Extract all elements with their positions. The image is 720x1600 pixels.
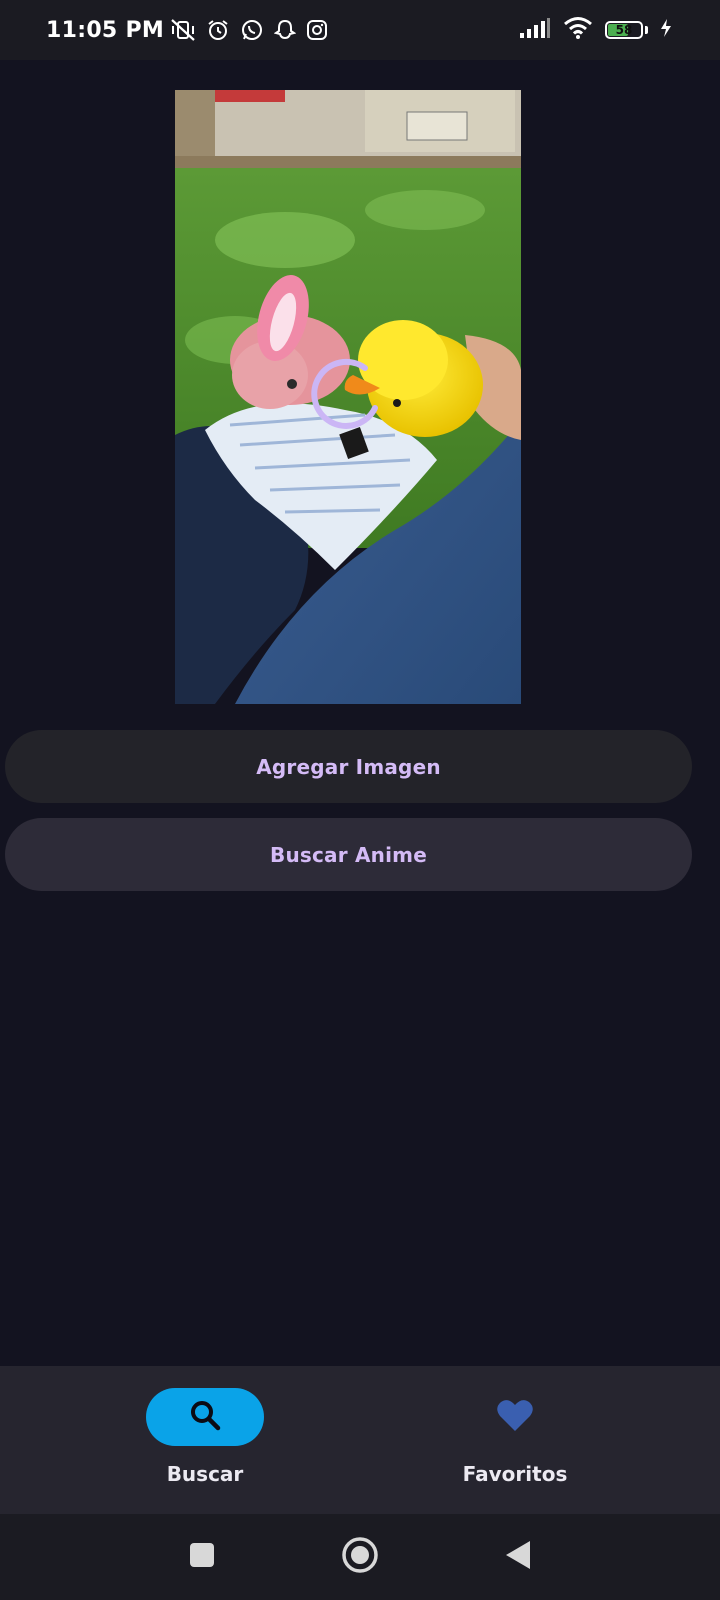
- back-button[interactable]: [478, 1514, 558, 1600]
- status-time: 11:05 PM: [46, 17, 165, 43]
- signal-icon: [519, 17, 551, 43]
- bottom-navigation: Buscar Favoritos: [0, 1366, 720, 1514]
- selected-image: [175, 90, 521, 704]
- battery-icon: 58: [605, 21, 648, 39]
- home-button[interactable]: [320, 1514, 400, 1600]
- plush-toys-photo: [175, 90, 521, 704]
- add-image-label: Agregar Imagen: [256, 754, 441, 779]
- snapchat-icon: [274, 18, 297, 42]
- status-bar: 11:05 PM 58: [0, 0, 720, 60]
- vibrate-off-icon: [170, 18, 196, 42]
- home-circle-icon: [341, 1536, 379, 1578]
- nav-label-buscar: Buscar: [166, 1462, 244, 1486]
- system-navigation-bar: [0, 1514, 720, 1600]
- search-icon: [188, 1398, 222, 1436]
- wifi-icon: [563, 16, 593, 44]
- add-image-button[interactable]: Agregar Imagen: [5, 730, 692, 803]
- instagram-icon: [306, 19, 328, 41]
- search-anime-button[interactable]: Buscar Anime: [5, 818, 692, 891]
- square-icon: [188, 1541, 216, 1573]
- system-status-icons: 58: [519, 16, 672, 44]
- recents-button[interactable]: [162, 1514, 242, 1600]
- back-triangle-icon: [504, 1539, 532, 1575]
- heart-icon: [496, 1398, 534, 1436]
- nav-item-favoritos[interactable]: Favoritos: [415, 1388, 615, 1486]
- alarm-icon: [206, 18, 230, 42]
- search-anime-label: Buscar Anime: [270, 842, 427, 867]
- nav-icon-container: [456, 1388, 574, 1446]
- nav-label-favoritos: Favoritos: [462, 1462, 568, 1486]
- nav-active-indicator: [146, 1388, 264, 1446]
- notification-icons: [170, 18, 328, 42]
- battery-level: 58: [615, 23, 633, 37]
- charging-icon: [660, 18, 672, 42]
- whatsapp-icon: [240, 18, 264, 42]
- nav-item-buscar[interactable]: Buscar: [105, 1388, 305, 1486]
